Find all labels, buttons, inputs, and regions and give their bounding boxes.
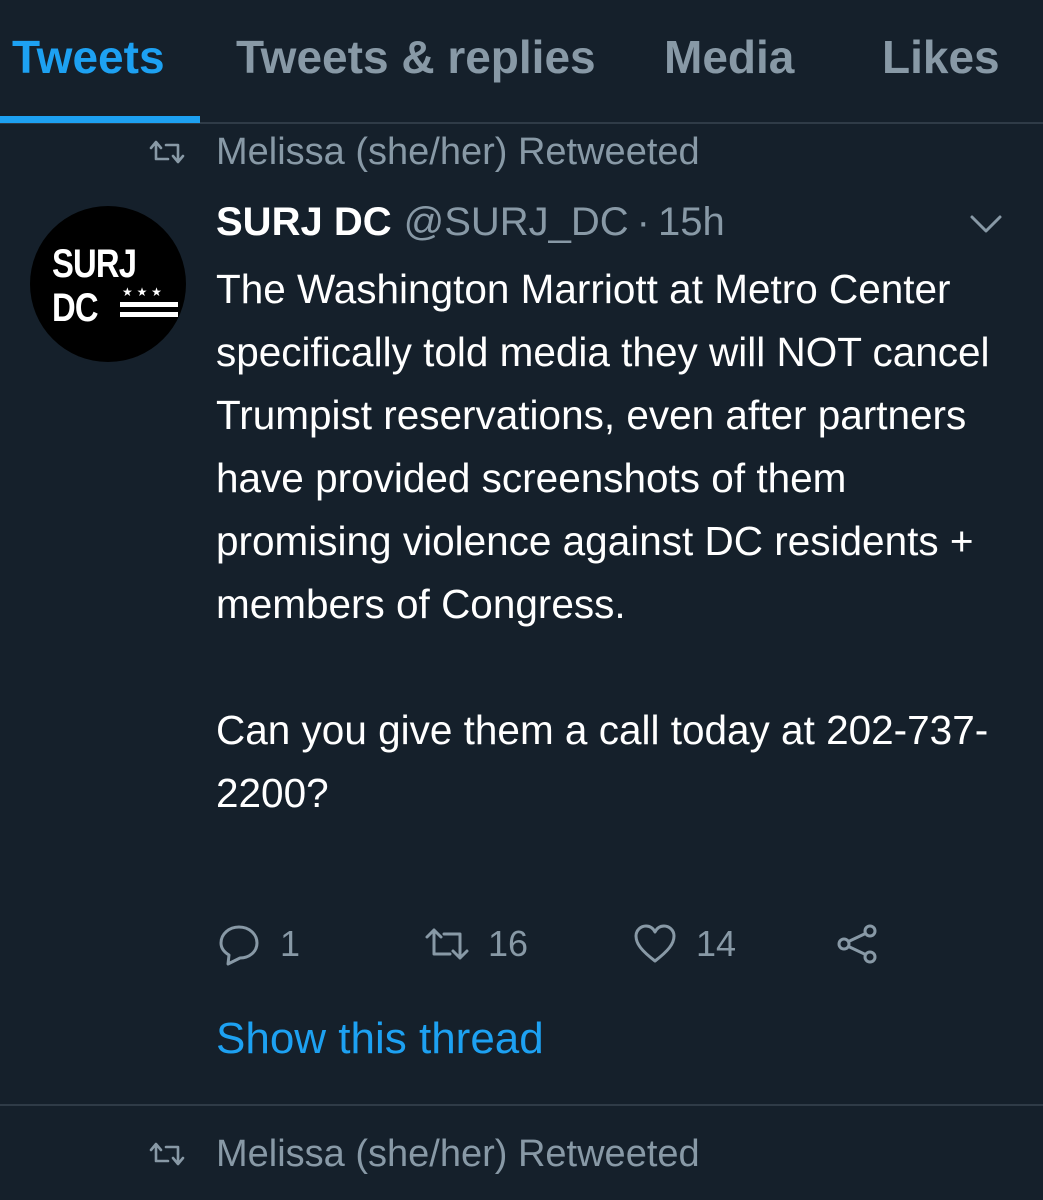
active-tab-indicator — [0, 116, 200, 123]
avatar[interactable]: SURJ DC ★ ★ ★ — [30, 206, 186, 362]
tweet-text[interactable]: The Washington Marriott at Metro Center … — [216, 258, 1016, 825]
tweet-timestamp[interactable]: 15h — [658, 200, 725, 245]
author-handle[interactable]: @SURJ_DC — [404, 200, 629, 245]
dc-flag-icon: ★ ★ ★ — [120, 285, 178, 317]
retweeted-by-label: Melissa (she/her) Retweeted — [216, 130, 700, 173]
like-icon — [634, 924, 676, 963]
tweet-divider — [0, 1104, 1043, 1106]
tweet-header: SURJ DC @SURJ_DC · 15h — [216, 200, 725, 256]
tweet-paragraph: Can you give them a call today at 202-73… — [216, 707, 989, 816]
retweet-button[interactable]: 16 — [424, 916, 528, 972]
retweeted-by-label: Melissa (she/her) Retweeted — [216, 1132, 700, 1175]
retweet-context[interactable]: Melissa (she/her) Retweeted — [148, 1128, 700, 1180]
tab-likes[interactable]: Likes — [882, 30, 1000, 84]
tab-tweets-and-replies[interactable]: Tweets & replies — [236, 30, 596, 84]
reply-icon — [219, 925, 259, 966]
show-thread-link[interactable]: Show this thread — [216, 1014, 544, 1064]
profile-tabs: Tweets Tweets & replies Media Likes — [0, 0, 1043, 124]
share-button[interactable] — [834, 916, 898, 972]
retweet-context[interactable]: Melissa (she/her) Retweeted — [148, 126, 700, 178]
avatar-text-line2: DC — [52, 286, 99, 330]
like-count: 14 — [696, 923, 737, 964]
tweet-paragraph: The Washington Marriott at Metro Center … — [216, 266, 990, 627]
tweet-actions: 1 16 14 — [216, 916, 976, 972]
retweet-icon — [149, 1142, 185, 1166]
author-name[interactable]: SURJ DC — [216, 200, 392, 245]
share-icon — [837, 924, 877, 964]
retweet-icon — [149, 140, 185, 164]
chevron-down-icon[interactable] — [968, 212, 1004, 236]
retweet-icon — [425, 928, 469, 960]
tab-media[interactable]: Media — [664, 30, 794, 84]
svg-text:★ ★ ★: ★ ★ ★ — [122, 285, 162, 299]
avatar-text-line1: SURJ — [52, 242, 137, 286]
separator-dot: · — [636, 200, 650, 244]
tab-tweets[interactable]: Tweets — [12, 30, 165, 84]
reply-count: 1 — [280, 923, 301, 964]
like-button[interactable]: 14 — [632, 916, 736, 972]
reply-button[interactable]: 1 — [216, 916, 300, 972]
retweet-count: 16 — [488, 923, 529, 964]
